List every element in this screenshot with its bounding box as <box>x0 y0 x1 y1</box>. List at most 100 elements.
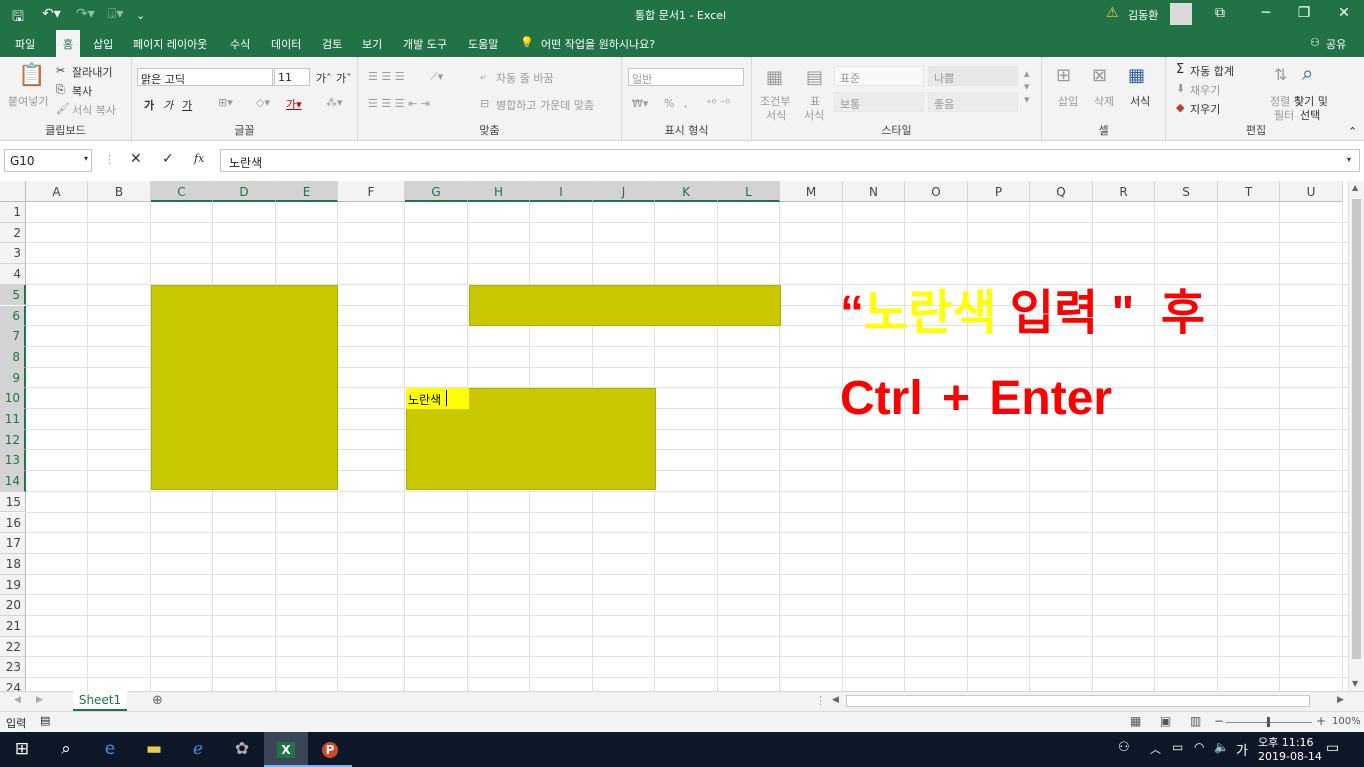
conditional-format-icon[interactable]: ▦ <box>766 67 783 88</box>
column-header-p[interactable]: P <box>968 181 1030 202</box>
column-header-n[interactable]: N <box>843 181 905 202</box>
active-cell-g10[interactable]: 노란색 <box>406 388 469 409</box>
format-table-label[interactable]: 서식 <box>804 107 824 123</box>
zoom-slider-thumb[interactable] <box>1267 717 1270 727</box>
excel-taskbar-icon[interactable]: X <box>264 732 308 767</box>
align-left-icon[interactable]: ☰ ☰ ☰ ⇤ ⇥ <box>368 97 430 110</box>
style-normal[interactable]: 표준 <box>834 66 924 86</box>
zoom-level[interactable]: 100% <box>1332 716 1361 727</box>
row-header-11[interactable]: 11 <box>0 409 26 430</box>
sheet-tab-sheet1[interactable]: Sheet1 <box>73 691 127 711</box>
column-header-f[interactable]: F <box>338 181 405 202</box>
paste-button[interactable]: 붙여넣기 <box>8 93 48 109</box>
row-header-20[interactable]: 20 <box>0 595 26 616</box>
zoom-in-icon[interactable]: + <box>1316 714 1326 728</box>
tab-file[interactable]: 파일 <box>15 36 35 52</box>
row-header-21[interactable]: 21 <box>0 616 26 637</box>
row-header-22[interactable]: 22 <box>0 636 26 658</box>
column-header-i[interactable]: I <box>530 181 593 202</box>
column-header-e[interactable]: E <box>276 181 338 202</box>
redo-icon[interactable]: ↷▾ <box>76 6 95 22</box>
row-header-24[interactable]: 24 <box>0 678 26 691</box>
column-header-d[interactable]: D <box>213 181 276 202</box>
row-header-15[interactable]: 15 <box>0 491 26 513</box>
autosum-icon[interactable]: Σ <box>1176 62 1184 77</box>
wrap-text-icon[interactable]: ⤶ <box>480 70 486 84</box>
insert-function-button[interactable]: fx <box>194 152 204 165</box>
collapse-ribbon-icon[interactable]: ⌃ <box>1348 125 1357 138</box>
new-sheet-icon[interactable]: ⊕ <box>152 693 163 708</box>
avatar[interactable] <box>1170 3 1192 25</box>
vertical-scrollbar[interactable]: ▲ ▼ <box>1348 181 1364 691</box>
share-button[interactable]: 공유 <box>1326 36 1346 52</box>
enter-button[interactable]: ✓ <box>162 151 174 167</box>
comma-button[interactable]: , <box>684 97 688 110</box>
horizontal-scroll-thumb[interactable] <box>846 695 1310 707</box>
row-header-16[interactable]: 16 <box>0 512 26 534</box>
page-layout-view-icon[interactable]: ▣ <box>1160 714 1171 728</box>
format-table-icon[interactable]: ▤ <box>806 67 823 88</box>
autosum-button[interactable]: 자동 합계 <box>1190 63 1234 79</box>
column-header-q[interactable]: Q <box>1030 181 1093 202</box>
volume-icon[interactable]: 🔈 <box>1214 740 1229 754</box>
percent-button[interactable]: % <box>664 97 674 110</box>
tab-view[interactable]: 보기 <box>362 36 382 52</box>
style-bad[interactable]: 나쁨 <box>928 66 1018 86</box>
column-header-k[interactable]: K <box>655 181 718 202</box>
customize-qat-icon[interactable]: ⌄ <box>136 9 145 22</box>
underline-button[interactable]: 가 <box>182 97 192 113</box>
fill-color-icon[interactable]: ◇▾ <box>256 96 270 109</box>
column-header-g[interactable]: G <box>405 181 468 202</box>
currency-icon[interactable]: ₩▾ <box>632 97 648 110</box>
save-icon[interactable]: 🖫 <box>12 6 24 30</box>
next-sheet-icon[interactable]: ▶ <box>36 695 43 705</box>
column-header-l[interactable]: L <box>718 181 780 202</box>
wrap-text-button[interactable]: 자동 줄 바꿈 <box>496 70 554 86</box>
normal-view-icon[interactable]: ▦ <box>1130 714 1141 728</box>
macro-record-icon[interactable]: ▤ <box>40 714 50 727</box>
tab-developer[interactable]: 개발 도구 <box>403 36 447 52</box>
name-box-dropdown-icon[interactable]: ▾ <box>84 154 88 163</box>
style-good[interactable]: 좋음 <box>928 92 1018 112</box>
column-header-t[interactable]: T <box>1218 181 1280 202</box>
undo-icon[interactable]: ↶▾ <box>42 6 61 22</box>
tab-data[interactable]: 데이터 <box>271 36 301 52</box>
bold-button[interactable]: 가 <box>144 97 154 113</box>
tab-split-icon[interactable]: ⋮ <box>815 694 826 707</box>
row-header-19[interactable]: 19 <box>0 574 26 596</box>
font-name-select[interactable]: 맑은 고딕 <box>137 68 273 86</box>
row-header-17[interactable]: 17 <box>0 533 26 554</box>
merge-center-button[interactable]: 병합하고 가운데 맞춤 <box>496 97 594 113</box>
clear-icon[interactable]: ◆ <box>1176 101 1184 114</box>
row-header-7[interactable]: 7 <box>0 326 26 347</box>
format-painter-button[interactable]: 서식 복사 <box>72 102 116 118</box>
expand-formula-icon[interactable]: ▾ <box>1347 155 1351 164</box>
battery-icon[interactable]: ▭ <box>1172 740 1183 754</box>
scroll-down-icon[interactable]: ▼ <box>1352 679 1358 688</box>
ime-indicator[interactable]: 가 <box>1236 740 1248 759</box>
grow-font-icon[interactable]: 가ˆ <box>316 70 332 86</box>
filled-range-c5-e14[interactable] <box>151 285 338 490</box>
style-neutral[interactable]: 보통 <box>834 92 924 112</box>
row-header-9[interactable]: 9 <box>0 367 26 389</box>
row-header-5[interactable]: 5 <box>0 284 26 306</box>
tab-review[interactable]: 검토 <box>322 36 342 52</box>
insert-cells-button[interactable]: 삽입 <box>1058 93 1078 109</box>
tab-home[interactable]: 홈 <box>56 30 81 58</box>
zoom-out-icon[interactable]: − <box>1214 714 1224 728</box>
close-icon[interactable]: ✕ <box>1334 5 1354 21</box>
filled-range-h5-l6[interactable] <box>469 285 781 326</box>
row-header-12[interactable]: 12 <box>0 429 26 451</box>
phonetic-icon[interactable]: ⁂▾ <box>326 96 343 109</box>
column-header-h[interactable]: H <box>468 181 530 202</box>
page-break-view-icon[interactable]: ▥ <box>1190 714 1201 728</box>
font-size-select[interactable]: 11 <box>274 68 310 86</box>
row-header-6[interactable]: 6 <box>0 305 26 327</box>
windows-start-icon[interactable]: ⊞ <box>0 732 44 767</box>
shrink-font-icon[interactable]: 가ˇ <box>336 70 352 86</box>
delete-cells-icon[interactable]: ⊠ <box>1092 65 1107 86</box>
internet-explorer-icon[interactable]: ℯ <box>176 732 220 767</box>
format-cells-icon[interactable]: ▦ <box>1128 65 1145 86</box>
merge-icon[interactable]: ⊟ <box>480 97 489 110</box>
scroll-right-icon[interactable]: ▶ <box>1337 695 1344 705</box>
